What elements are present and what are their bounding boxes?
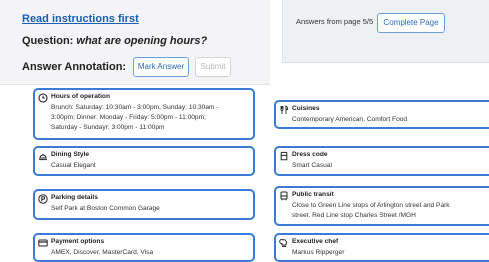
submit-button[interactable]: Submit xyxy=(195,57,231,77)
parking-card[interactable]: Parking details Self Park at Boston Comm… xyxy=(33,189,255,220)
credit-card-icon xyxy=(38,238,48,248)
public-transit-body: Close to Green Line stops of Arlington s… xyxy=(292,201,489,221)
question-prefix: Question: xyxy=(22,35,77,47)
hours-title: Hours of operation xyxy=(51,93,110,100)
public-transit-line: Close to Green Line stops of Arlington s… xyxy=(292,202,450,209)
answers-page-indicator: Answers from page 5/5 xyxy=(296,17,374,26)
parking-line: Self Park at Boston Common Garage xyxy=(51,205,160,212)
dining-style-line: Casual Elegant xyxy=(51,162,96,169)
hanger-icon xyxy=(279,151,289,161)
hours-line: Brunch: Saturday: 10:30am - 3:00pm, Sund… xyxy=(51,104,219,111)
executive-chef-body: Markus Ripperger xyxy=(292,248,489,258)
parking-title: Parking details xyxy=(51,194,98,201)
cuisines-card[interactable]: Cuisines Contemporary American, Comfort … xyxy=(274,100,489,129)
dress-code-body: Smart Casual xyxy=(292,161,489,171)
chef-hat-icon xyxy=(279,238,289,248)
dress-code-card[interactable]: Dress code Smart Casual xyxy=(274,146,489,176)
executive-chef-card[interactable]: Executive chef Markus Ripperger xyxy=(274,233,489,262)
utensils-icon xyxy=(279,105,289,115)
instructions-link[interactable]: Read instructions first xyxy=(22,13,139,25)
complete-page-button[interactable]: Complete Page xyxy=(377,13,445,33)
dress-code-title: Dress code xyxy=(292,151,328,158)
parking-body: Self Park at Boston Common Garage xyxy=(51,204,250,214)
public-transit-line: street. Red Line stop Charles Street /MG… xyxy=(292,212,416,219)
dining-style-body: Casual Elegant xyxy=(51,161,250,171)
executive-chef-line: Markus Ripperger xyxy=(292,249,345,256)
dress-code-line: Smart Casual xyxy=(292,162,332,169)
mark-answer-button[interactable]: Mark Answer xyxy=(133,57,189,77)
cuisines-title: Cuisines xyxy=(292,105,320,112)
payment-options-title: Payment options xyxy=(51,238,105,245)
question-text: what are opening hours? xyxy=(76,35,208,47)
clock-icon xyxy=(38,93,48,103)
question: Question: what are opening hours? xyxy=(22,35,207,47)
hours-line: Saturday - Sundayr: 3:00pm - 11:00pm xyxy=(51,124,165,131)
payment-options-line: AMEX, Discover, MasterCard, Visa xyxy=(51,249,154,256)
executive-chef-title: Executive chef xyxy=(292,238,339,245)
parking-icon xyxy=(38,194,48,204)
hours-card[interactable]: Hours of operation Brunch: Saturday: 10:… xyxy=(33,88,255,140)
public-transit-card[interactable]: Public transit Close to Green Line stops… xyxy=(274,186,489,226)
hours-line: 3:00pm; Dinner: Monday - Friday: 5:00pm … xyxy=(51,114,206,121)
hours-body: Brunch: Saturday: 10:30am - 3:00pm, Sund… xyxy=(51,103,250,133)
cuisines-line: Contemporary American, Comfort Food xyxy=(292,116,408,123)
dining-style-card[interactable]: Dining Style Casual Elegant xyxy=(33,146,255,176)
dining-style-title: Dining Style xyxy=(51,151,90,158)
payment-options-card[interactable]: Payment options AMEX, Discover, MasterCa… xyxy=(33,233,255,262)
bus-icon xyxy=(279,191,289,201)
public-transit-title: Public transit xyxy=(292,191,334,198)
cloche-icon xyxy=(38,151,48,161)
answer-annotation-label: Answer Annotation: xyxy=(22,61,127,73)
cuisines-body: Contemporary American, Comfort Food xyxy=(292,115,489,125)
payment-options-body: AMEX, Discover, MasterCard, Visa xyxy=(51,248,250,258)
